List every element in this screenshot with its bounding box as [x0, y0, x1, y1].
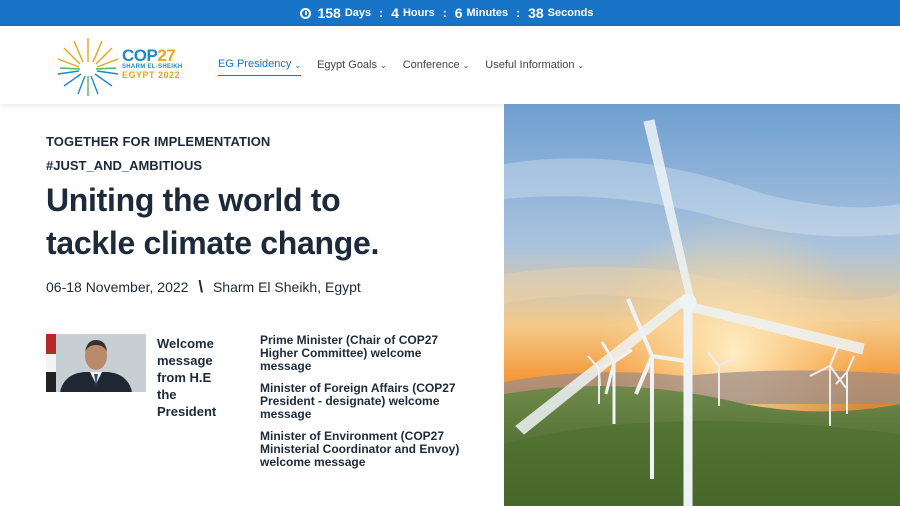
event-dates: 06-18 November, 2022 — [46, 279, 189, 295]
welcome-messages-list: Prime Minister (Chair of COP27 Higher Co… — [260, 334, 470, 478]
nav-label: Useful Information — [485, 58, 575, 71]
countdown-bar: 158 Days : 4 Hours : 6 Minutes : 38 Seco… — [0, 0, 900, 26]
nav-useful-information[interactable]: Useful Information ⌄ — [485, 58, 584, 76]
hero-tagline: TOGETHER FOR IMPLEMENTATION — [46, 134, 271, 149]
president-welcome-link[interactable]: Welcome message from H.E the President — [157, 335, 232, 420]
logo-cop: COP — [122, 46, 158, 65]
clock-icon — [300, 7, 312, 19]
headline-line-1: Uniting the world to — [46, 182, 341, 218]
sun-burst-icon — [57, 38, 119, 96]
countdown-seconds: 38 — [528, 5, 544, 21]
chevron-down-icon: ⌄ — [577, 61, 585, 70]
hero-hashtag: #JUST_AND_AMBITIOUS — [46, 158, 203, 173]
countdown-hours-label: Hours — [402, 7, 435, 19]
wind-turbines-hero-image — [504, 104, 900, 506]
nav-label: Conference — [402, 58, 460, 71]
nav-egypt-goals[interactable]: Egypt Goals ⌄ — [317, 58, 387, 76]
hero-text: TOGETHER FOR IMPLEMENTATION #JUST_AND_AM… — [46, 134, 486, 297]
foreign-affairs-message-link[interactable]: Minister of Foreign Affairs (COP27 Presi… — [260, 382, 470, 421]
environment-minister-message-link[interactable]: Minister of Environment (COP27 Ministeri… — [260, 430, 470, 469]
event-location: Sharm El Sheikh, Egypt — [212, 279, 361, 295]
countdown-days: 158 — [317, 5, 341, 21]
logo-year: EGYPT 2022 — [122, 70, 181, 80]
countdown-separator: : — [379, 6, 384, 20]
nav-eg-presidency[interactable]: EG Presidency ⌄ — [218, 58, 302, 76]
headline-line-2: tackle climate change. — [46, 225, 380, 261]
countdown-hours: 4 — [391, 5, 399, 21]
nav-label: Egypt Goals — [317, 58, 377, 71]
president-photo[interactable] — [46, 334, 146, 392]
nav-conference[interactable]: Conference ⌄ — [403, 58, 470, 76]
countdown-separator: : — [516, 6, 521, 20]
event-date-location: 06-18 November, 2022 \ Sharm El Sheikh, … — [46, 277, 486, 297]
countdown-separator: : — [442, 6, 447, 20]
chevron-down-icon: ⌄ — [294, 60, 302, 70]
chevron-down-icon: ⌄ — [462, 61, 470, 70]
site-header: COP27 SHARM EL-SHEIKH EGYPT 2022 EG Pres… — [0, 26, 900, 104]
chevron-down-icon: ⌄ — [380, 61, 387, 70]
countdown-minutes-label: Minutes — [466, 7, 509, 19]
date-divider: \ — [198, 277, 204, 296]
countdown-minutes: 6 — [454, 5, 463, 21]
countdown-seconds-label: Seconds — [547, 7, 594, 19]
logo-number: 27 — [157, 46, 176, 65]
countdown-days-label: Days — [344, 7, 372, 19]
main-nav: EG Presidency ⌄ Egypt Goals ⌄ Conference… — [218, 58, 584, 76]
nav-label: EG Presidency — [218, 58, 292, 70]
prime-minister-message-link[interactable]: Prime Minister (Chair of COP27 Higher Co… — [260, 334, 470, 373]
hero-headline: Uniting the world to tackle climate chan… — [46, 179, 486, 265]
logo-wordmark: COP27 SHARM EL-SHEIKH EGYPT 2022 — [122, 46, 183, 80]
